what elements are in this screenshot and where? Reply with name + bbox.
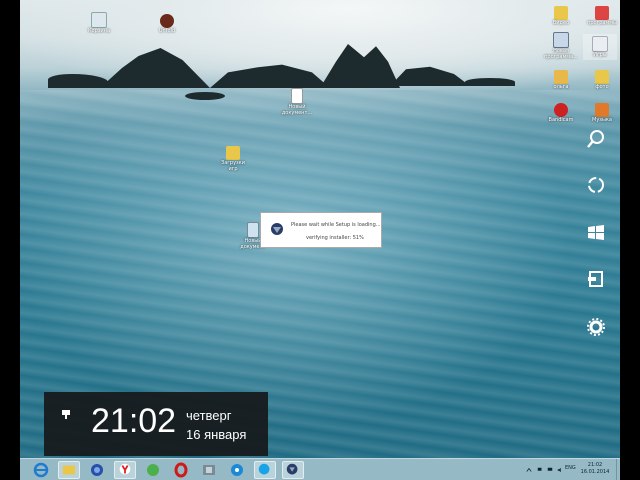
desktop-icon-music[interactable]: Музыка (585, 103, 619, 123)
programs-icon (595, 6, 609, 20)
desktop-icon-label: Видео (552, 20, 570, 26)
game-icon[interactable] (198, 461, 220, 479)
desktop-icon-label: программы (587, 20, 617, 26)
desktop-icon-games[interactable]: Игры (583, 34, 617, 60)
internet-explorer-icon[interactable] (30, 461, 52, 479)
opera-icon[interactable] (170, 461, 192, 479)
desktop-icon-programs[interactable]: программы (585, 6, 619, 26)
rock-formation (48, 74, 108, 88)
setup-loading-dialog: Please wait while Setup is loading... ve… (260, 212, 382, 248)
utorrent-icon[interactable] (142, 461, 164, 479)
start-icon[interactable] (585, 222, 607, 244)
games-icon (592, 36, 608, 52)
document-icon (291, 88, 303, 104)
rock-small (185, 92, 225, 100)
language-indicator[interactable]: ENG (565, 465, 576, 471)
share-icon[interactable] (585, 174, 607, 196)
desktop-icon-label: Игры (593, 52, 607, 58)
show-desktop-button[interactable] (616, 459, 620, 480)
setup-taskbar-icon[interactable] (282, 461, 304, 479)
unfold-icon (160, 14, 174, 28)
desktop-icon-new-document-1[interactable]: Новый документ... (280, 88, 314, 116)
desktop-icon-olga[interactable]: ольга (544, 70, 578, 90)
desktop-icon-label: Bandicam (548, 117, 574, 123)
search-icon[interactable] (585, 128, 607, 150)
tray-volume-icon[interactable] (557, 467, 563, 473)
settings-icon[interactable] (585, 316, 607, 338)
desktop-icon-label: Новый документ... (281, 104, 313, 116)
tray-network-icon[interactable] (547, 467, 553, 473)
desktop-icon-label: Музыка (592, 117, 612, 123)
rock-formation (465, 78, 515, 86)
network-icon (62, 410, 70, 419)
desktop-icon-downloads[interactable]: Загрузки игр (216, 146, 250, 172)
folder-icon (226, 146, 240, 160)
folder-icon (595, 70, 609, 84)
taskbar: ENG 21:02 16.01.2014 (20, 458, 620, 480)
bandicam-icon (554, 103, 568, 117)
desktop-icon-label: Корзина (87, 28, 111, 34)
clock-time: 21:02 (91, 402, 177, 440)
desktop-icon-new-program[interactable]: Новая программа... (544, 32, 578, 60)
desktop-icon-label: Unfold (158, 28, 176, 34)
desktop-icon-label: ольга (553, 84, 569, 90)
tray-flag-icon[interactable] (537, 467, 543, 473)
yandex-browser-icon[interactable] (114, 461, 136, 479)
desktop-icon-video[interactable]: Видео (544, 6, 578, 26)
desktop-icon-bandicam[interactable]: Bandicam (544, 103, 578, 123)
globe-icon[interactable] (86, 461, 108, 479)
desktop-icon-recycle-bin[interactable]: Корзина (82, 12, 116, 34)
folder-icon (554, 70, 568, 84)
taskbar-time: 21:02 (587, 462, 603, 468)
desktop-icon-label: Загрузки игр (221, 160, 245, 172)
progress-text: verifying installer: 51% (306, 235, 364, 241)
document-icon (247, 222, 259, 238)
network-app-icon[interactable] (226, 461, 248, 479)
clock-day: четверг (186, 408, 232, 423)
skype-icon[interactable] (254, 461, 276, 479)
recycle-bin-icon (91, 12, 107, 28)
clock-overlay: 21:02 четверг 16 января (44, 392, 268, 456)
folder-icon (595, 103, 609, 117)
taskbar-clock[interactable]: 21:02 16.01.2014 (580, 462, 610, 476)
loading-text: Please wait while Setup is loading... (291, 222, 381, 228)
desktop: Корзина Unfold Новый документ... Загрузк… (20, 0, 620, 480)
program-icon (553, 32, 569, 48)
desktop-icon-label: Новая программа... (544, 48, 578, 60)
devices-icon[interactable] (585, 268, 607, 290)
file-explorer-icon[interactable] (58, 461, 80, 479)
desktop-icon-photo[interactable]: фото (585, 70, 619, 90)
setup-icon (271, 223, 283, 235)
desktop-icon-unfold[interactable]: Unfold (150, 14, 184, 34)
clock-date: 16 января (186, 427, 247, 442)
tray-arrow-icon[interactable] (526, 467, 532, 473)
desktop-icon-label: фото (595, 84, 609, 90)
folder-icon (554, 6, 568, 20)
taskbar-date: 16.01.2014 (580, 469, 610, 475)
